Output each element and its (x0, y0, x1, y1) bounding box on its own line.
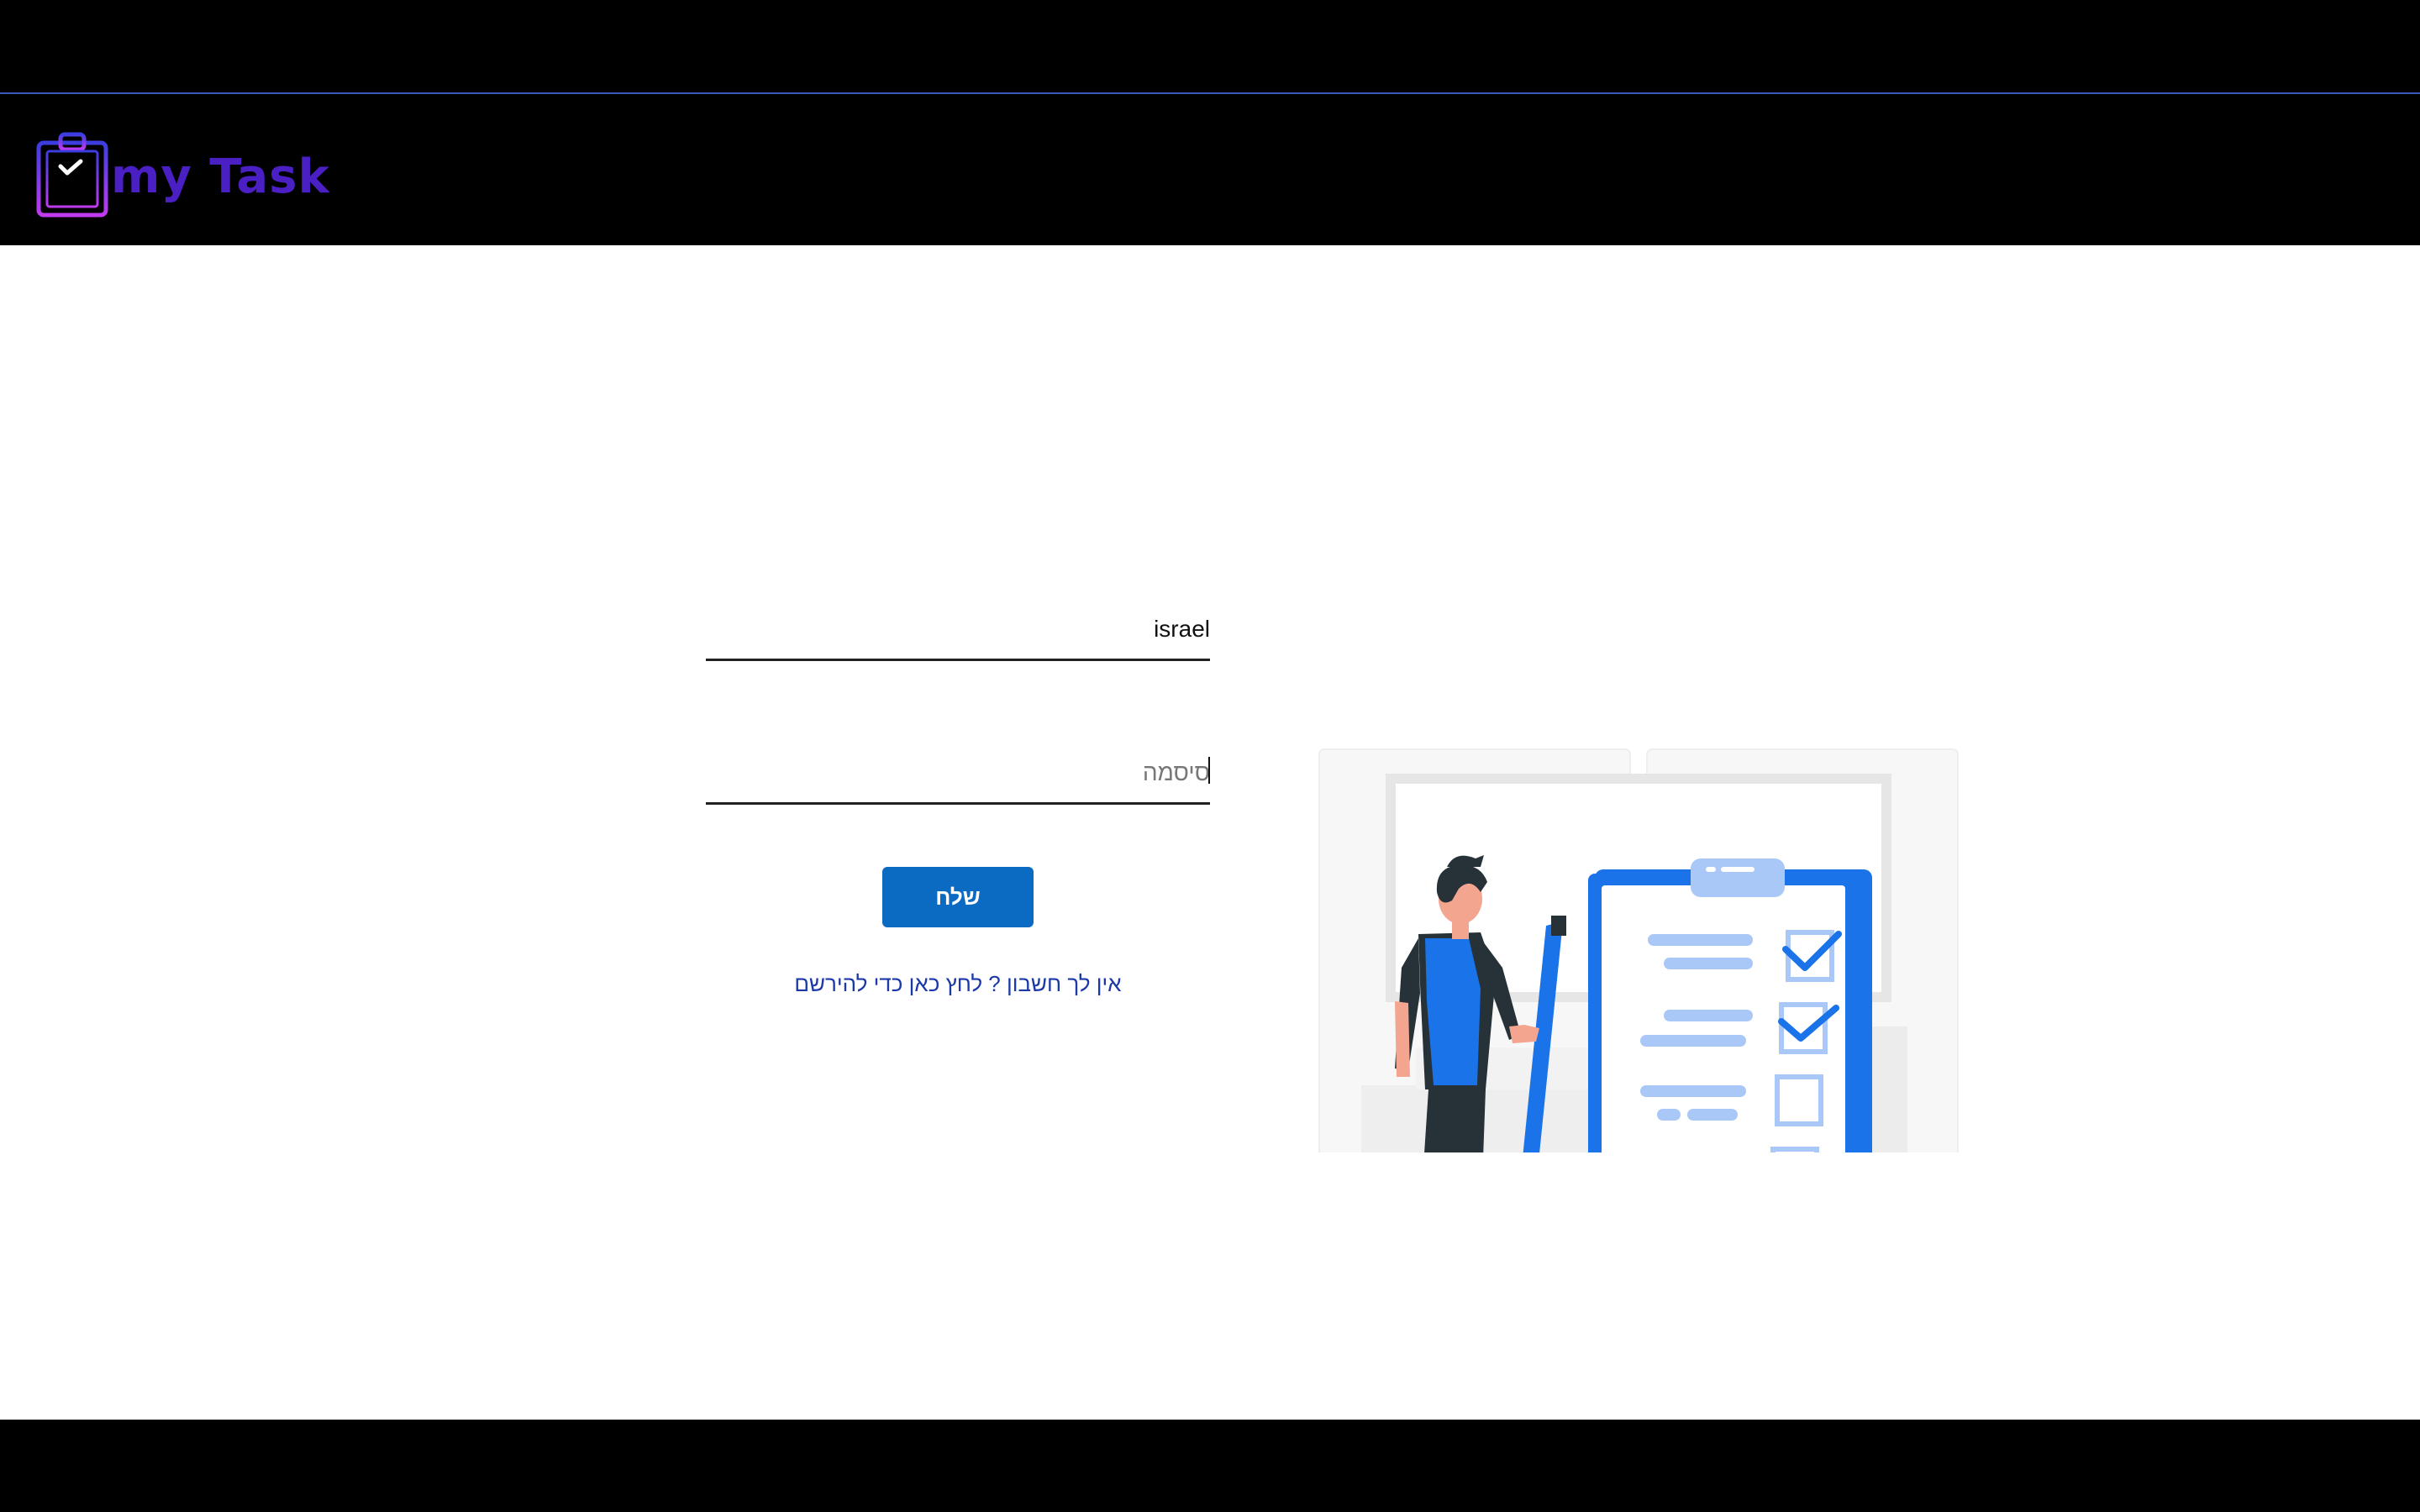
username-input[interactable] (706, 608, 1210, 650)
text-caret (1208, 757, 1210, 784)
person-with-checklist-illustration (1260, 497, 2033, 1152)
register-link[interactable]: אין לך חשבון ? לחץ כאן כדי להירשם (706, 971, 1210, 997)
password-input[interactable] (706, 752, 1210, 794)
brand-name: my Task (111, 150, 330, 204)
site-header: my Task (0, 94, 2420, 245)
username-field-wrapper (706, 598, 1210, 661)
top-bar (0, 0, 2420, 94)
submit-button[interactable]: שלח (882, 867, 1034, 927)
main-content: שלח אין לך חשבון ? לחץ כאן כדי להירשם (0, 245, 2420, 1420)
password-field-wrapper (706, 742, 1210, 805)
site-footer (0, 1420, 2420, 1512)
login-form: שלח אין לך חשבון ? לחץ כאן כדי להירשם (706, 598, 1210, 997)
brand[interactable]: my Task (35, 131, 330, 218)
clipboard-check-icon (36, 132, 108, 218)
